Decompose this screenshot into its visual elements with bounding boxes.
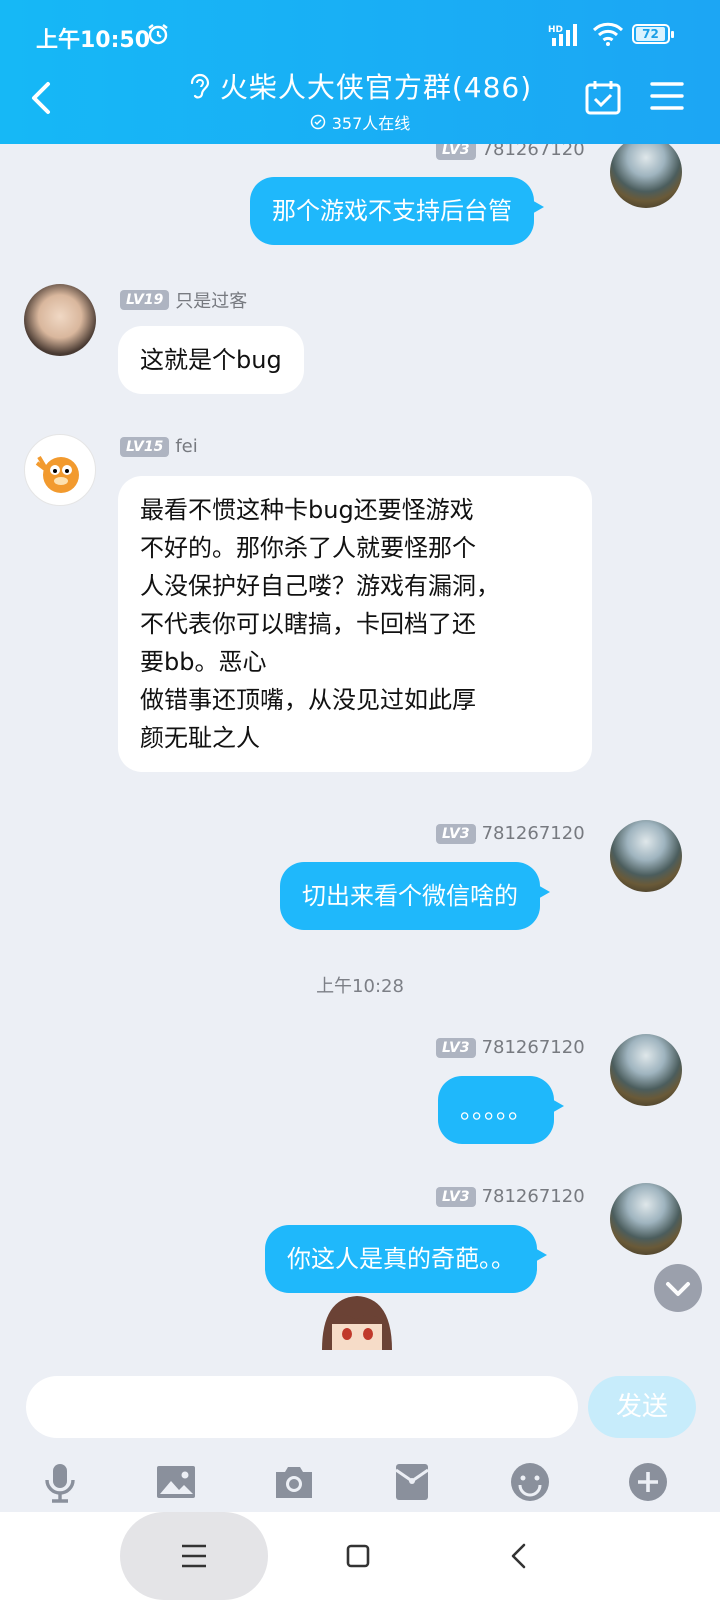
message-text: 要bb。恶心 [140,648,267,676]
sender-name: 781267120 [481,1186,585,1207]
toolbar [0,1460,720,1506]
menu-icon[interactable] [650,80,684,112]
page-title: 火柴人大侠官方群(486) [219,71,533,104]
online-check-icon [310,114,325,130]
wifi-icon [592,22,624,46]
message-text: 。。。。。 [460,1096,532,1124]
sender-name: 781267120 [481,1037,585,1058]
calendar-check-icon[interactable] [584,78,622,116]
message-timestamp: 上午10:28 [316,976,404,997]
chevron-down-icon [666,1282,690,1296]
sender-meta: LV3 781267120 [436,144,585,160]
avatar[interactable] [24,434,96,506]
status-bar: 上午10:50 HD 72 [0,18,720,54]
message-text: 不代表你可以瞎搞，卡回档了还 [140,610,476,638]
message-bubble[interactable]: 这就是个bug [118,326,304,394]
back-arrow-icon[interactable] [24,78,60,118]
message-bubble[interactable]: 那个游戏不支持后台管 [250,177,544,245]
emoji-icon[interactable] [508,1460,552,1504]
level-badge: LV19 [120,290,170,310]
nav-back-icon[interactable] [500,1536,540,1576]
message-input[interactable] [26,1376,578,1438]
level-badge: LV3 [436,1186,476,1207]
red-packet-icon[interactable] [390,1460,434,1504]
sender-meta: LV15 fei [120,436,198,457]
chat-header: 上午10:50 HD 72 火柴人大侠官方群(486) 357人在线 [0,0,720,144]
svg-text:HD: HD [548,25,563,35]
send-button[interactable]: 发送 [588,1376,696,1438]
message-text: 不好的。那你杀了人就要怪那个 [140,534,476,562]
system-navigation-bar [0,1512,720,1600]
level-badge: LV3 [436,1037,476,1058]
level-badge: LV15 [120,436,170,457]
battery-level: 72 [636,27,665,41]
garfield-avatar-icon [35,455,79,493]
message-bubble[interactable]: 最看不惯这种卡bug还要怪游戏 不好的。那你杀了人就要怪那个 人没保护好自己喽？… [118,476,592,772]
message-text: 你这人是真的奇葩。。 [287,1245,515,1273]
message-text: 最看不惯这种卡bug还要怪游戏 [140,496,474,524]
recents-menu-icon [182,1544,206,1568]
image-icon[interactable] [154,1460,198,1504]
message-text: 这就是个bug [140,346,282,374]
group-title-area[interactable]: 火柴人大侠官方群(486) 357人在线 [140,66,580,134]
message-text: 颜无耻之人 [140,724,260,752]
ear-icon [190,73,209,99]
avatar[interactable] [24,284,96,356]
message-bubble[interactable]: 切出来看个微信啥的 [280,862,550,930]
message-text: 那个游戏不支持后台管 [272,197,512,225]
message-text: 人没保护好自己喽？游戏有漏洞， [140,572,500,600]
online-count: 357人在线 [331,114,411,133]
sender-meta: LV3 781267120 [436,1186,585,1207]
avatar[interactable] [610,820,682,892]
peeking-sticker-icon [322,1296,392,1350]
sender-meta: LV19 只是过客 [120,287,247,313]
message-text: 切出来看个微信啥的 [302,882,518,910]
input-bar: 发送 [0,1350,720,1503]
sender-name: fei [175,436,198,457]
sender-name: 781267120 [481,144,585,160]
microphone-icon[interactable] [38,1460,82,1504]
home-square-icon[interactable] [338,1536,378,1576]
level-badge: LV3 [436,144,476,160]
battery-indicator: 72 [632,24,674,44]
avatar[interactable] [610,1034,682,1106]
signal-icon: HD [548,24,577,46]
avatar[interactable] [610,144,682,208]
message-bubble[interactable]: 你这人是真的奇葩。。 [265,1225,547,1293]
message-bubble[interactable]: 。。。。。 [438,1076,564,1144]
plus-icon[interactable] [626,1460,670,1504]
scroll-to-bottom-button[interactable] [654,1264,702,1312]
message-text: 做错事还顶嘴，从没见过如此厚 [140,686,476,714]
level-badge: LV3 [436,823,476,844]
alarm-icon [148,24,168,45]
sender-meta: LV3 781267120 [436,1037,585,1058]
camera-icon[interactable] [272,1460,316,1504]
sender-name: 781267120 [481,823,585,844]
recent-apps-pill[interactable] [120,1512,268,1600]
avatar[interactable] [610,1183,682,1255]
sender-name: 只是过客 [175,291,248,312]
status-time: 上午10:50 [36,28,151,53]
sender-meta: LV3 781267120 [436,823,585,844]
chat-messages[interactable]: LV3 781267120 那个游戏不支持后台管 LV19 只是过客 这就是个b… [0,144,720,1350]
